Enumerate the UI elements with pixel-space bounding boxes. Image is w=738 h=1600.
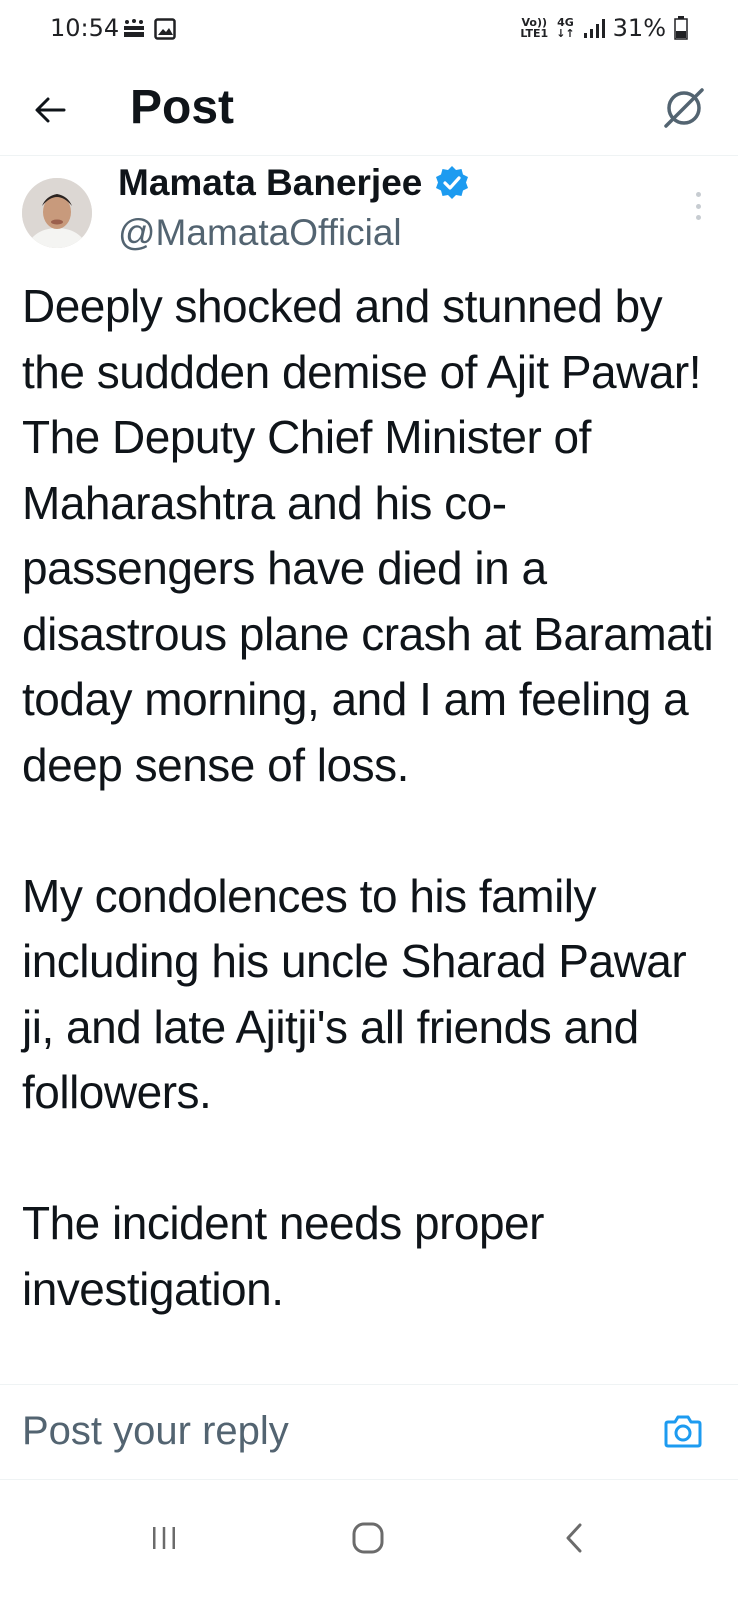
battery-icon [674,16,688,40]
nav-back-button[interactable] [544,1508,604,1568]
avatar[interactable] [22,178,92,248]
network-type: 4G ↓↑ [556,16,575,40]
gallery-icon [154,18,176,40]
status-right: Vo)) LTE1 4G ↓↑ 31% [520,14,688,42]
status-bar: 10:54 Vo)) LTE1 4G ↓↑ 31% [0,0,738,60]
home-button[interactable] [338,1508,398,1568]
system-nav-bar [0,1480,738,1600]
post-text: Deeply shocked and stunned by the suddde… [22,280,714,1315]
nav-back-icon [566,1523,582,1553]
battery-text: 31% [612,14,666,42]
home-icon [352,1522,384,1554]
reply-input[interactable]: Post your reply [22,1409,289,1454]
author-name[interactable]: Mamata Banerjee [118,162,470,204]
back-button[interactable] [28,88,72,132]
reply-bar: Post your reply [0,1384,738,1480]
arrow-left-icon [35,97,66,123]
header: Post [0,60,738,156]
verified-badge-icon [436,166,469,199]
recents-icon [153,1527,175,1549]
grok-icon[interactable] [660,84,708,132]
signal-icon [583,19,605,38]
page-title: Post [130,81,235,134]
news-app-icon [124,19,144,37]
more-vertical-icon[interactable] [688,188,708,224]
author-handle[interactable]: @MamataOfficial [118,212,402,254]
network-label: Vo)) LTE1 [520,16,549,40]
recents-button[interactable] [134,1508,194,1568]
avatar-image [22,178,92,248]
camera-icon[interactable] [664,1413,702,1449]
status-time: 10:54 [50,14,120,42]
